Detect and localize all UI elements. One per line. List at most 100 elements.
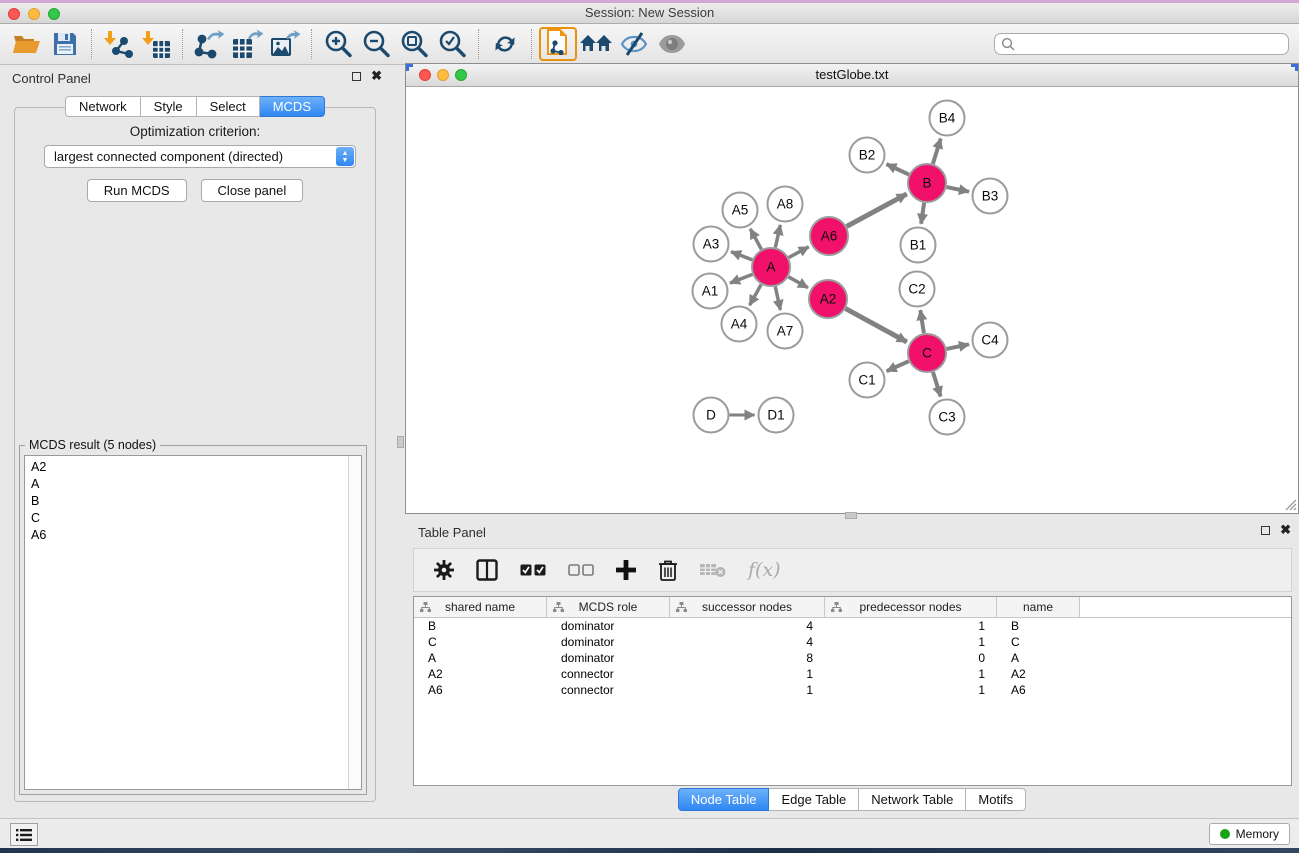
- graph-edge-A-A1[interactable]: [730, 274, 752, 283]
- network-canvas[interactable]: B4B2BB3A8A5A6B1A3AC2A1A2A4A7C4CC1C3DD1: [406, 87, 1298, 512]
- export-network-icon[interactable]: [190, 27, 228, 61]
- save-session-icon[interactable]: [46, 27, 84, 61]
- table-row[interactable]: A6connector11A6: [414, 682, 1291, 698]
- horizontal-splitter-handle[interactable]: [845, 512, 857, 519]
- graph-edge-C-C4[interactable]: [947, 344, 969, 349]
- result-item[interactable]: C: [25, 510, 361, 527]
- table-cell[interactable]: A2: [414, 667, 547, 681]
- export-image-icon[interactable]: [266, 27, 304, 61]
- graph-edge-A-A4[interactable]: [750, 284, 762, 305]
- tab-edge-table[interactable]: Edge Table: [769, 788, 859, 811]
- tab-network-table[interactable]: Network Table: [859, 788, 966, 811]
- zoom-in-icon[interactable]: [319, 27, 357, 61]
- export-table-icon[interactable]: [228, 27, 266, 61]
- graph-edge-A-A3[interactable]: [731, 252, 752, 260]
- table-cell[interactable]: 1: [670, 667, 825, 681]
- memory-button[interactable]: Memory: [1209, 823, 1290, 845]
- graph-edge-B-B4[interactable]: [933, 139, 941, 164]
- table-cell[interactable]: 1: [825, 667, 997, 681]
- column-header-successor-nodes[interactable]: successor nodes: [670, 597, 825, 617]
- table-cell[interactable]: 1: [670, 683, 825, 697]
- table-cell[interactable]: A2: [997, 667, 1080, 681]
- node-table[interactable]: shared name MCDS role successor nodes pr…: [413, 596, 1292, 786]
- select-all-icon[interactable]: [520, 564, 546, 576]
- tab-node-table[interactable]: Node Table: [678, 788, 770, 811]
- deselect-all-icon[interactable]: [568, 564, 594, 576]
- column-header-mcds-role[interactable]: MCDS role: [547, 597, 670, 617]
- resize-grip-icon[interactable]: [1284, 498, 1297, 511]
- zoom-out-icon[interactable]: [357, 27, 395, 61]
- tab-mcds[interactable]: MCDS: [260, 96, 325, 117]
- table-cell[interactable]: A: [997, 651, 1080, 665]
- tab-style[interactable]: Style: [141, 96, 197, 117]
- zoom-selected-icon[interactable]: [433, 27, 471, 61]
- result-item[interactable]: B: [25, 493, 361, 510]
- vertical-splitter-handle[interactable]: [397, 436, 404, 448]
- graph-edge-B-B3[interactable]: [947, 187, 969, 192]
- criterion-select[interactable]: largest connected component (directed) ▲…: [44, 145, 356, 168]
- add-column-icon[interactable]: [616, 560, 636, 580]
- gear-icon[interactable]: [434, 560, 454, 580]
- import-table-icon[interactable]: [137, 27, 175, 61]
- delete-column-icon[interactable]: [658, 559, 678, 581]
- column-header-shared-name[interactable]: shared name: [414, 597, 547, 617]
- graph-edge-B-B2[interactable]: [886, 164, 908, 174]
- table-cell[interactable]: connector: [547, 667, 670, 681]
- table-cell[interactable]: dominator: [547, 651, 670, 665]
- result-item[interactable]: A: [25, 476, 361, 493]
- graph-edge-C-C1[interactable]: [887, 361, 909, 371]
- tab-select[interactable]: Select: [197, 96, 260, 117]
- float-panel-icon[interactable]: [1261, 526, 1270, 535]
- table-cell[interactable]: A6: [997, 683, 1080, 697]
- refresh-layout-icon[interactable]: [486, 27, 524, 61]
- import-network-icon[interactable]: [99, 27, 137, 61]
- result-item[interactable]: A2: [25, 459, 361, 476]
- close-panel-icon[interactable]: ✖: [371, 71, 382, 81]
- network-document-icon[interactable]: [539, 27, 577, 61]
- graph-edge-A-A8[interactable]: [775, 225, 780, 247]
- table-row[interactable]: Bdominator41B: [414, 618, 1291, 634]
- run-mcds-button[interactable]: Run MCDS: [87, 179, 187, 202]
- table-cell[interactable]: C: [414, 635, 547, 649]
- graph-edge-A6-B[interactable]: [847, 194, 907, 227]
- graph-edge-A-A7[interactable]: [775, 287, 780, 310]
- mcds-result-list[interactable]: A2ABCA6: [24, 455, 362, 790]
- result-item[interactable]: A6: [25, 527, 361, 544]
- column-header-name[interactable]: name: [997, 597, 1080, 617]
- table-cell[interactable]: A: [414, 651, 547, 665]
- close-panel-icon[interactable]: ✖: [1280, 525, 1291, 535]
- table-cell[interactable]: dominator: [547, 635, 670, 649]
- graph-edge-B-B1[interactable]: [921, 203, 924, 224]
- tab-motifs[interactable]: Motifs: [966, 788, 1026, 811]
- table-cell[interactable]: 1: [825, 683, 997, 697]
- tab-network[interactable]: Network: [65, 96, 141, 117]
- float-panel-icon[interactable]: [352, 72, 361, 81]
- birdseye-icon[interactable]: [653, 27, 691, 61]
- table-cell[interactable]: dominator: [547, 619, 670, 633]
- graph-edge-A2-C[interactable]: [846, 309, 907, 342]
- result-scrollbar[interactable]: [348, 456, 361, 789]
- table-cell[interactable]: 1: [825, 619, 997, 633]
- table-cell[interactable]: 4: [670, 619, 825, 633]
- table-cell[interactable]: A6: [414, 683, 547, 697]
- column-header-predecessor-nodes[interactable]: predecessor nodes: [825, 597, 997, 617]
- graph-edge-C-C2[interactable]: [920, 310, 924, 333]
- table-row[interactable]: A2connector11A2: [414, 666, 1291, 682]
- table-cell[interactable]: 8: [670, 651, 825, 665]
- table-cell[interactable]: C: [997, 635, 1080, 649]
- columns-icon[interactable]: [476, 559, 498, 581]
- graph-edge-C-C3[interactable]: [933, 372, 941, 396]
- graph-edge-A-A6[interactable]: [789, 247, 809, 258]
- table-cell[interactable]: 1: [825, 635, 997, 649]
- table-cell[interactable]: 4: [670, 635, 825, 649]
- hide-details-icon[interactable]: [615, 27, 653, 61]
- graph-edge-A-A2[interactable]: [788, 277, 808, 288]
- table-cell[interactable]: B: [997, 619, 1080, 633]
- table-cell[interactable]: connector: [547, 683, 670, 697]
- graph-edge-A-A5[interactable]: [750, 229, 761, 250]
- zoom-fit-icon[interactable]: [395, 27, 433, 61]
- close-panel-button[interactable]: Close panel: [201, 179, 304, 202]
- table-cell[interactable]: B: [414, 619, 547, 633]
- table-cell[interactable]: 0: [825, 651, 997, 665]
- table-row[interactable]: Cdominator41C: [414, 634, 1291, 650]
